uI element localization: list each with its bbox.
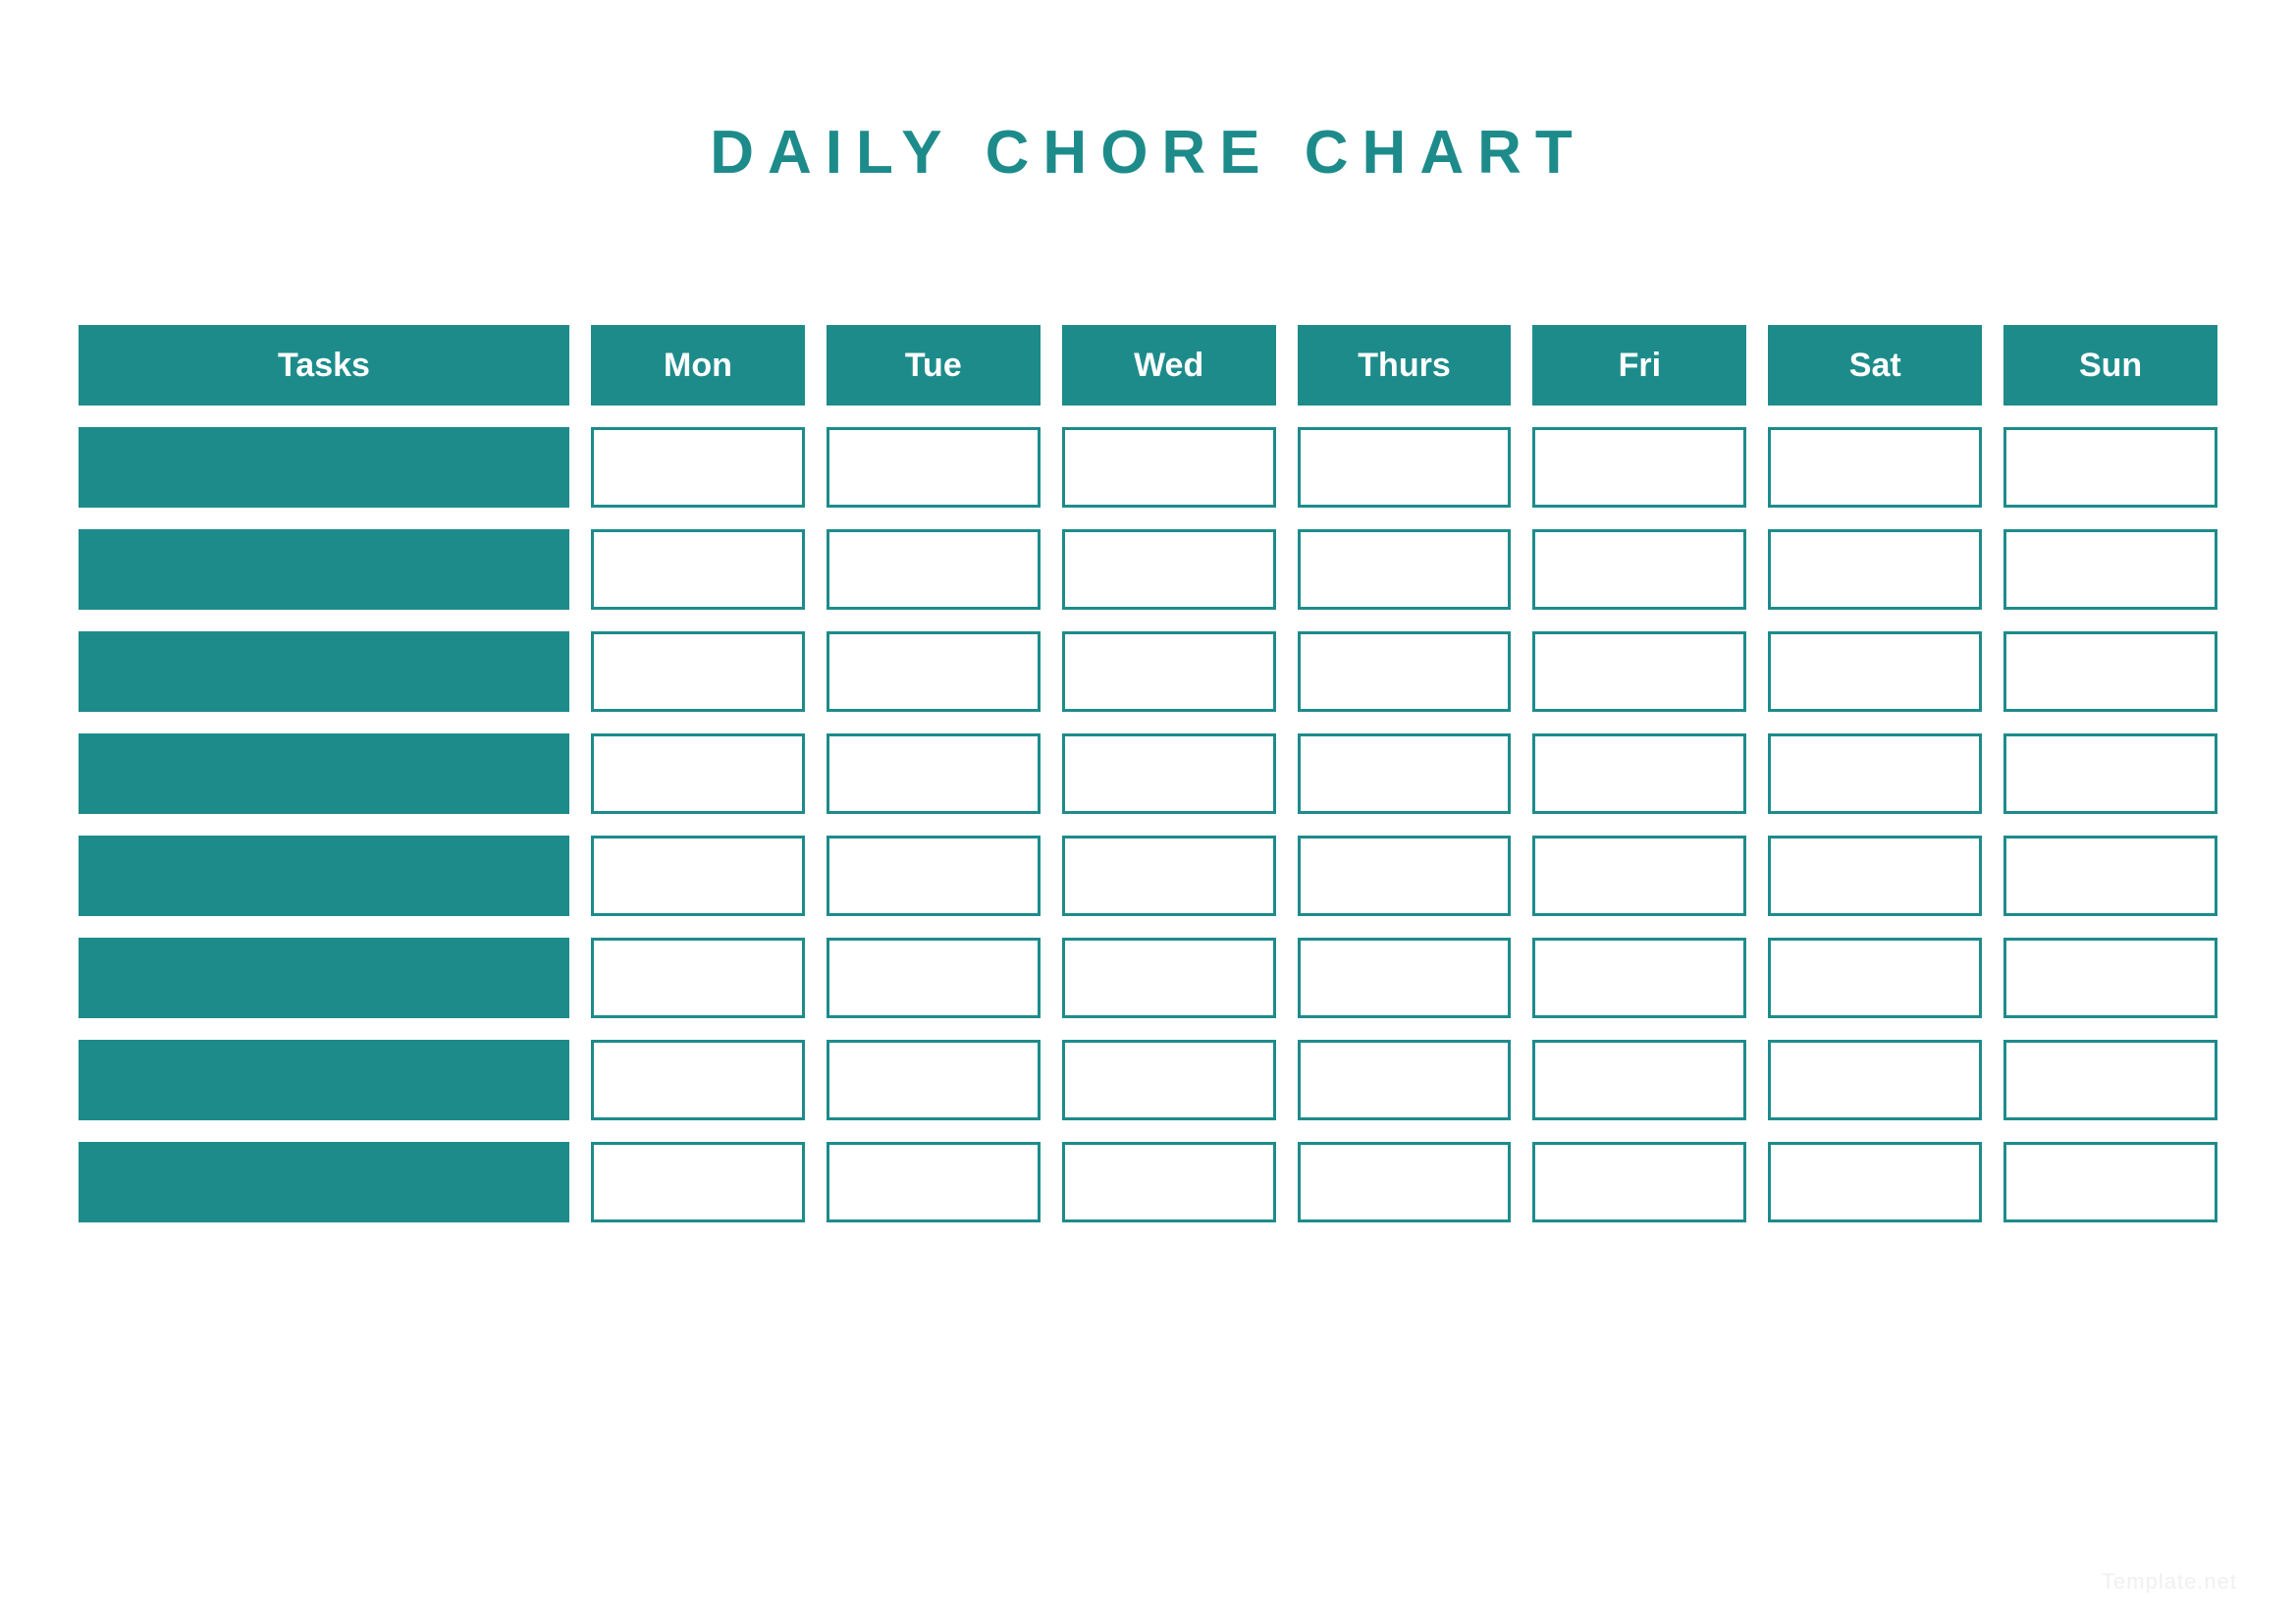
table-row: [79, 427, 2217, 508]
table-row: [79, 1040, 2217, 1120]
day-cell[interactable]: [1298, 529, 1512, 610]
day-cell[interactable]: [1532, 631, 1746, 712]
day-cell[interactable]: [591, 1040, 805, 1120]
task-cell[interactable]: [79, 529, 569, 610]
day-cell[interactable]: [2003, 1040, 2217, 1120]
header-day-fri: Fri: [1532, 325, 1746, 406]
table-row: [79, 1142, 2217, 1222]
header-day-tue: Tue: [827, 325, 1041, 406]
day-cell[interactable]: [1768, 733, 1982, 814]
day-cell[interactable]: [591, 836, 805, 916]
day-cell[interactable]: [1532, 427, 1746, 508]
task-cell[interactable]: [79, 1040, 569, 1120]
day-cell[interactable]: [1532, 836, 1746, 916]
task-cell[interactable]: [79, 836, 569, 916]
day-cell[interactable]: [1062, 529, 1276, 610]
day-cell[interactable]: [1298, 938, 1512, 1018]
day-cell[interactable]: [1298, 1040, 1512, 1120]
table-row: [79, 836, 2217, 916]
chore-chart: Tasks Mon Tue Wed Thurs Fri Sat Sun: [79, 325, 2217, 1222]
header-row: Tasks Mon Tue Wed Thurs Fri Sat Sun: [79, 325, 2217, 406]
day-cell[interactable]: [1062, 631, 1276, 712]
day-cell[interactable]: [1768, 1040, 1982, 1120]
task-cell[interactable]: [79, 938, 569, 1018]
day-cell[interactable]: [827, 427, 1041, 508]
day-cell[interactable]: [2003, 733, 2217, 814]
day-cell[interactable]: [1298, 733, 1512, 814]
day-cell[interactable]: [1768, 836, 1982, 916]
day-cell[interactable]: [1298, 836, 1512, 916]
header-day-wed: Wed: [1062, 325, 1276, 406]
day-cell[interactable]: [1532, 1040, 1746, 1120]
page-title: DAILY CHORE CHART: [79, 118, 2217, 188]
day-cell[interactable]: [1062, 1040, 1276, 1120]
day-cell[interactable]: [1768, 529, 1982, 610]
day-cell[interactable]: [1062, 1142, 1276, 1222]
day-cell[interactable]: [1532, 938, 1746, 1018]
header-day-thurs: Thurs: [1298, 325, 1512, 406]
day-cell[interactable]: [1532, 733, 1746, 814]
day-cell[interactable]: [2003, 836, 2217, 916]
task-cell[interactable]: [79, 631, 569, 712]
day-cell[interactable]: [1298, 427, 1512, 508]
table-row: [79, 938, 2217, 1018]
task-cell[interactable]: [79, 1142, 569, 1222]
task-cell[interactable]: [79, 733, 569, 814]
task-cell[interactable]: [79, 427, 569, 508]
day-cell[interactable]: [1298, 631, 1512, 712]
day-cell[interactable]: [1768, 631, 1982, 712]
watermark: Template.net: [2102, 1569, 2237, 1595]
day-cell[interactable]: [591, 938, 805, 1018]
day-cell[interactable]: [2003, 631, 2217, 712]
day-cell[interactable]: [2003, 938, 2217, 1018]
day-cell[interactable]: [2003, 529, 2217, 610]
table-row: [79, 733, 2217, 814]
table-row: [79, 631, 2217, 712]
table-row: [79, 529, 2217, 610]
day-cell[interactable]: [1062, 427, 1276, 508]
day-cell[interactable]: [827, 938, 1041, 1018]
day-cell[interactable]: [1768, 1142, 1982, 1222]
day-cell[interactable]: [2003, 1142, 2217, 1222]
header-day-sun: Sun: [2003, 325, 2217, 406]
day-cell[interactable]: [591, 1142, 805, 1222]
day-cell[interactable]: [1768, 938, 1982, 1018]
day-cell[interactable]: [1062, 836, 1276, 916]
header-day-sat: Sat: [1768, 325, 1982, 406]
day-cell[interactable]: [591, 631, 805, 712]
day-cell[interactable]: [2003, 427, 2217, 508]
day-cell[interactable]: [591, 529, 805, 610]
day-cell[interactable]: [1768, 427, 1982, 508]
day-cell[interactable]: [591, 733, 805, 814]
day-cell[interactable]: [1062, 938, 1276, 1018]
day-cell[interactable]: [827, 529, 1041, 610]
day-cell[interactable]: [827, 1040, 1041, 1120]
day-cell[interactable]: [827, 1142, 1041, 1222]
page: DAILY CHORE CHART Tasks Mon Tue Wed Thur…: [0, 0, 2296, 1624]
day-cell[interactable]: [827, 631, 1041, 712]
header-tasks: Tasks: [79, 325, 569, 406]
day-cell[interactable]: [1062, 733, 1276, 814]
day-cell[interactable]: [591, 427, 805, 508]
day-cell[interactable]: [827, 836, 1041, 916]
day-cell[interactable]: [1532, 1142, 1746, 1222]
day-cell[interactable]: [1298, 1142, 1512, 1222]
day-cell[interactable]: [827, 733, 1041, 814]
day-cell[interactable]: [1532, 529, 1746, 610]
header-day-mon: Mon: [591, 325, 805, 406]
